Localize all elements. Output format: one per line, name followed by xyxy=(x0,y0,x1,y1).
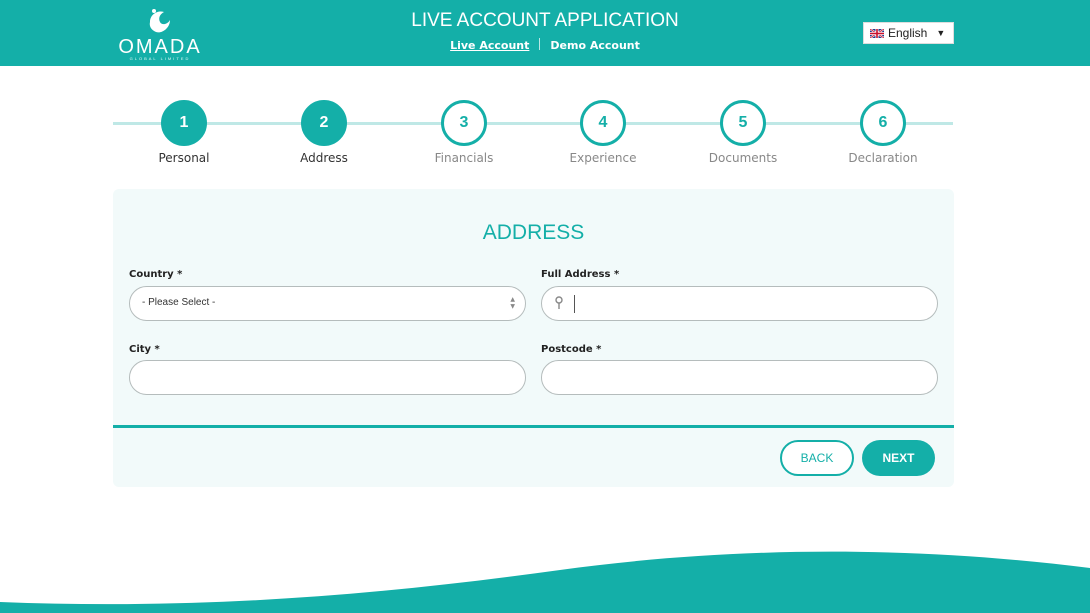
dropdown-caret-icon: ▼ xyxy=(936,28,946,38)
full-address-input[interactable] xyxy=(541,286,938,321)
step-label: Declaration xyxy=(848,151,918,165)
step-personal[interactable]: 1 Personal xyxy=(134,100,234,165)
demo-account-link[interactable]: Demo Account xyxy=(550,39,639,52)
step-number: 2 xyxy=(301,100,347,146)
progress-stepper: 1 Personal 2 Address 3 Financials 4 Expe… xyxy=(113,100,953,170)
step-experience[interactable]: 4 Experience xyxy=(553,100,653,165)
city-label: City * xyxy=(129,344,160,355)
top-header: OMADA GLOBAL LIMITED LIVE ACCOUNT APPLIC… xyxy=(0,0,1090,66)
country-select-value: - Please Select - xyxy=(142,297,216,308)
step-address[interactable]: 2 Address xyxy=(274,100,374,165)
postcode-label: Postcode * xyxy=(541,344,602,355)
next-button[interactable]: NEXT xyxy=(862,440,935,476)
city-input[interactable] xyxy=(129,360,526,395)
account-type-links: Live Account Demo Account xyxy=(345,38,745,52)
section-title: ADDRESS xyxy=(482,221,585,244)
wave-logo-icon xyxy=(149,9,170,33)
stepper-line xyxy=(113,122,953,125)
full-address-label: Full Address * xyxy=(541,269,620,280)
step-financials[interactable]: 3 Financials xyxy=(414,100,514,165)
brand-subtitle: GLOBAL LIMITED xyxy=(129,56,191,61)
step-number: 1 xyxy=(161,100,207,146)
step-number: 3 xyxy=(441,100,487,146)
footer-wave xyxy=(0,551,1090,613)
step-number: 6 xyxy=(860,100,906,146)
form-divider xyxy=(113,425,954,428)
step-declaration[interactable]: 6 Declaration xyxy=(833,100,933,165)
step-number: 4 xyxy=(580,100,626,146)
location-pin-icon xyxy=(555,296,563,309)
select-arrows-icon: ▲ ▼ xyxy=(510,296,515,310)
address-form-card: ADDRESS Country * - Please Select - ▲ ▼ F… xyxy=(113,189,954,487)
step-label: Experience xyxy=(569,151,637,165)
text-cursor xyxy=(574,295,575,313)
step-label: Address xyxy=(300,151,348,165)
language-label: English xyxy=(888,26,928,40)
step-documents[interactable]: 5 Documents xyxy=(693,100,793,165)
language-select[interactable]: English ▼ xyxy=(863,22,954,44)
step-label: Financials xyxy=(434,151,494,165)
step-number: 5 xyxy=(720,100,766,146)
uk-flag-icon xyxy=(870,28,884,38)
live-account-link[interactable]: Live Account xyxy=(450,39,529,52)
link-separator xyxy=(539,38,541,50)
step-label: Personal xyxy=(158,151,210,165)
back-button[interactable]: BACK xyxy=(780,440,854,476)
omada-logo[interactable]: OMADA GLOBAL LIMITED xyxy=(112,6,208,62)
page-title: LIVE ACCOUNT APPLICATION xyxy=(411,10,679,31)
country-label: Country * xyxy=(129,269,183,280)
step-label: Documents xyxy=(708,151,778,165)
country-select[interactable]: - Please Select - ▲ ▼ xyxy=(129,286,526,321)
postcode-input[interactable] xyxy=(541,360,938,395)
